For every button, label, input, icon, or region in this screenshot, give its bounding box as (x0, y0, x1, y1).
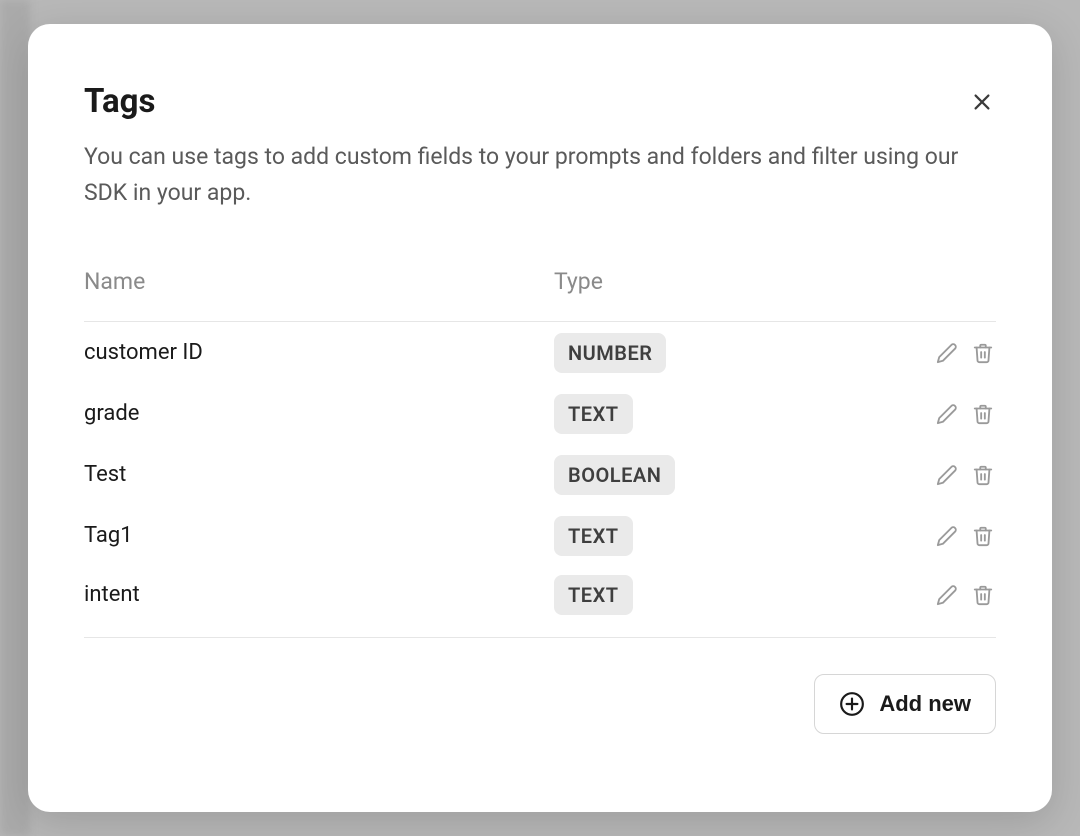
modal-footer: Add new (84, 674, 996, 734)
row-actions (906, 582, 996, 608)
table-row: Tag1TEXT (84, 505, 996, 566)
trash-icon (972, 342, 994, 364)
trash-icon (972, 403, 994, 425)
delete-button[interactable] (970, 582, 996, 608)
trash-icon (972, 525, 994, 547)
type-badge: TEXT (554, 516, 633, 556)
trash-icon (972, 464, 994, 486)
delete-button[interactable] (970, 401, 996, 427)
trash-icon (972, 584, 994, 606)
modal-description: You can use tags to add custom fields to… (84, 139, 964, 210)
tag-type-cell: BOOLEAN (554, 455, 906, 495)
modal-title: Tags (84, 82, 156, 121)
pencil-icon (936, 584, 958, 606)
row-actions (906, 462, 996, 488)
tag-name: intent (84, 582, 554, 607)
column-header-name: Name (84, 268, 554, 295)
tags-modal: Tags You can use tags to add custom fiel… (28, 24, 1052, 812)
row-actions (906, 401, 996, 427)
tag-type-cell: TEXT (554, 516, 906, 556)
tag-name: Tag1 (84, 523, 554, 548)
edit-button[interactable] (934, 582, 960, 608)
backdrop-blur (0, 0, 30, 836)
table-row: gradeTEXT (84, 383, 996, 444)
edit-button[interactable] (934, 523, 960, 549)
pencil-icon (936, 525, 958, 547)
delete-button[interactable] (970, 523, 996, 549)
delete-button[interactable] (970, 340, 996, 366)
type-badge: TEXT (554, 575, 633, 615)
add-new-label: Add new (879, 691, 971, 717)
type-badge: TEXT (554, 394, 633, 434)
tag-name: customer ID (84, 340, 554, 365)
modal-header: Tags (84, 82, 996, 121)
table-header-row: Name Type (84, 268, 996, 322)
table-body: customer IDNUMBERgradeTEXTTestBOOLEANTag… (84, 322, 996, 638)
table-row: intentTEXT (84, 566, 996, 638)
table-row: TestBOOLEAN (84, 444, 996, 505)
close-icon (971, 91, 993, 113)
edit-button[interactable] (934, 401, 960, 427)
row-actions (906, 340, 996, 366)
tag-name: Test (84, 462, 554, 487)
type-badge: NUMBER (554, 333, 666, 373)
tag-type-cell: NUMBER (554, 333, 906, 373)
tag-type-cell: TEXT (554, 575, 906, 615)
type-badge: BOOLEAN (554, 455, 675, 495)
column-header-type: Type (554, 268, 906, 295)
close-button[interactable] (968, 88, 996, 116)
pencil-icon (936, 342, 958, 364)
row-actions (906, 523, 996, 549)
pencil-icon (936, 464, 958, 486)
tag-type-cell: TEXT (554, 394, 906, 434)
edit-button[interactable] (934, 462, 960, 488)
table-row: customer IDNUMBER (84, 322, 996, 383)
tag-name: grade (84, 401, 554, 426)
pencil-icon (936, 403, 958, 425)
add-new-button[interactable]: Add new (814, 674, 996, 734)
delete-button[interactable] (970, 462, 996, 488)
plus-circle-icon (839, 691, 865, 717)
edit-button[interactable] (934, 340, 960, 366)
